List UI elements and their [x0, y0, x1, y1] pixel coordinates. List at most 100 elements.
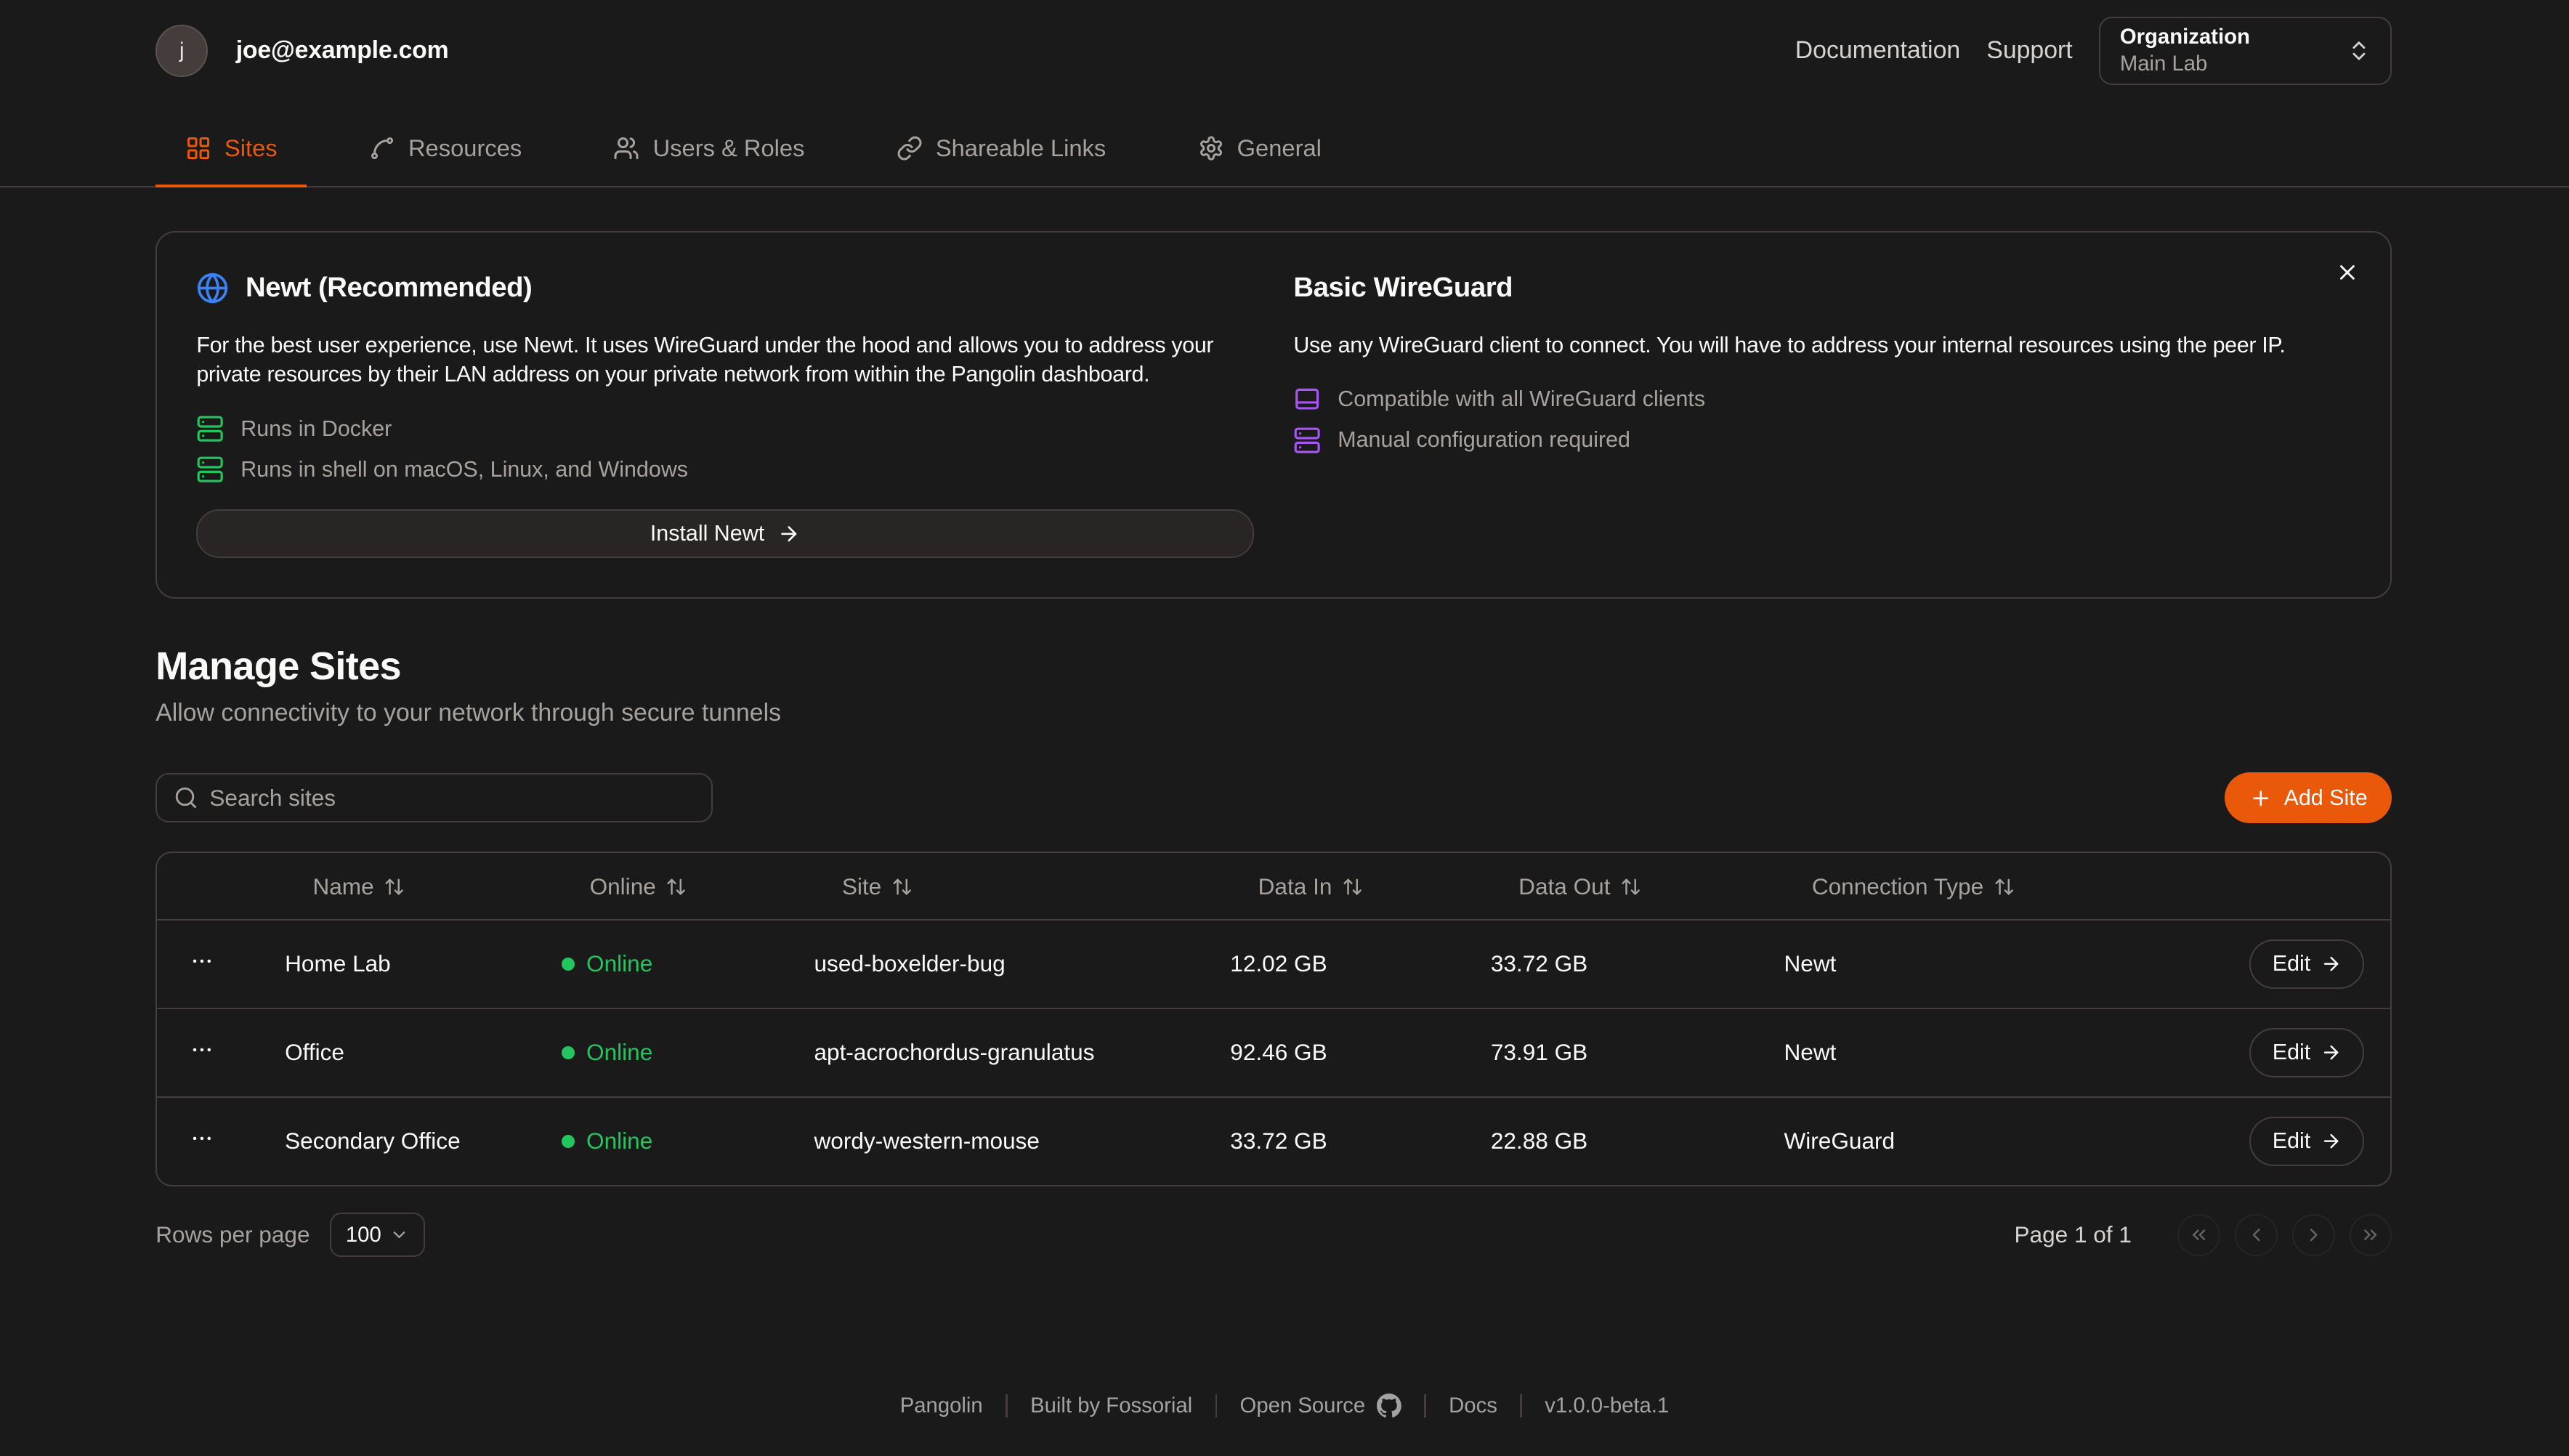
edit-site-button[interactable]: Edit: [2249, 1117, 2364, 1166]
tab-general[interactable]: General: [1168, 134, 1351, 188]
header-actions: Documentation Support Organization Main …: [1795, 17, 2392, 86]
tab-label: Sites: [224, 134, 278, 162]
page-footer: Pangolin Built by Fossorial Open Source …: [0, 1356, 2569, 1456]
org-text: Organization Main Lab: [2120, 24, 2334, 77]
edit-site-button[interactable]: Edit: [2249, 939, 2364, 989]
sort-online[interactable]: Online: [590, 873, 687, 900]
globe-icon: [196, 272, 229, 304]
cell-site: wordy-western-mouse: [790, 1097, 1206, 1186]
row-menu-button[interactable]: [190, 949, 214, 974]
table-row: Secondary Office Online wordy-western-mo…: [157, 1097, 2390, 1186]
footer-docs[interactable]: Docs: [1449, 1394, 1497, 1418]
chevron-right-icon: [2303, 1224, 2324, 1245]
col-data-in: Data In: [1205, 853, 1466, 920]
footer-open-source[interactable]: Open Source: [1240, 1394, 1401, 1418]
tab-users-roles[interactable]: Users & Roles: [584, 134, 834, 188]
server-icon: [196, 456, 224, 483]
cell-data-out: 73.91 GB: [1466, 1008, 1760, 1097]
add-site-label: Add Site: [2284, 785, 2368, 811]
user-info[interactable]: j joe@example.com: [155, 25, 448, 77]
newt-features: Runs in Docker Runs in shell on macOS, L…: [196, 413, 1254, 486]
nav-documentation[interactable]: Documentation: [1795, 36, 1960, 65]
sort-name[interactable]: Name: [312, 873, 405, 900]
online-label: Online: [586, 1128, 652, 1154]
github-icon: [1377, 1394, 1401, 1418]
cell-connection-type: Newt: [1760, 920, 2014, 1008]
online-dot: [562, 1135, 575, 1148]
tab-label: General: [1237, 134, 1322, 162]
footer-open-source-label: Open Source: [1240, 1394, 1366, 1418]
sort-data-out[interactable]: Data Out: [1518, 873, 1641, 900]
col-label: Online: [590, 873, 656, 900]
close-icon: [2335, 260, 2360, 285]
add-site-button[interactable]: Add Site: [2225, 772, 2392, 823]
tab-resources[interactable]: Resources: [339, 134, 551, 188]
row-menu-button[interactable]: [190, 1126, 214, 1151]
cell-name: Home Lab: [260, 920, 537, 1008]
feature-label: Compatible with all WireGuard clients: [1338, 387, 1705, 412]
cell-data-in: 12.02 GB: [1205, 920, 1466, 1008]
cell-data-out: 22.88 GB: [1466, 1097, 1760, 1186]
page-info: Page 1 of 1: [2015, 1221, 2132, 1248]
prev-page-button[interactable]: [2235, 1214, 2278, 1257]
online-label: Online: [586, 950, 652, 977]
footer-version: v1.0.0-beta.1: [1545, 1394, 1669, 1418]
link-icon: [897, 135, 923, 161]
org-selector[interactable]: Organization Main Lab: [2099, 17, 2392, 86]
top-header: j joe@example.com Documentation Support …: [0, 0, 2569, 102]
tab-shareable-links[interactable]: Shareable Links: [867, 134, 1136, 188]
col-actions: [157, 853, 260, 920]
cell-connection-type: Newt: [1760, 1008, 2014, 1097]
sort-icon: [1994, 876, 2015, 897]
wireguard-features: Compatible with all WireGuard clients Ma…: [1293, 383, 2351, 456]
col-data-out: Data Out: [1466, 853, 1760, 920]
footer-divider: [1520, 1394, 1521, 1417]
nav-support[interactable]: Support: [1986, 36, 2072, 65]
newt-title-row: Newt (Recommended): [196, 272, 1254, 304]
tabs: Sites Resources Users & Roles Shareable …: [0, 102, 2569, 186]
close-card-button[interactable]: [2335, 260, 2360, 285]
tab-sites[interactable]: Sites: [155, 134, 307, 188]
wireguard-column: Basic WireGuard Use any WireGuard client…: [1293, 272, 2351, 559]
avatar[interactable]: j: [155, 25, 208, 77]
chevrons-right-icon: [2360, 1224, 2381, 1245]
install-newt-label: Install Newt: [650, 521, 764, 546]
online-dot: [562, 1046, 575, 1059]
next-page-button[interactable]: [2292, 1214, 2335, 1257]
chevron-left-icon: [2246, 1224, 2267, 1245]
footer-divider: [1006, 1394, 1007, 1417]
connect-method-card: Newt (Recommended) For the best user exp…: [155, 231, 2392, 599]
edit-label: Edit: [2273, 1128, 2310, 1154]
row-menu-button[interactable]: [190, 1038, 214, 1062]
avatar-initial: j: [179, 39, 185, 63]
rows-per-page: Rows per page 100: [155, 1213, 425, 1257]
install-newt-button[interactable]: Install Newt: [196, 509, 1254, 559]
edit-site-button[interactable]: Edit: [2249, 1028, 2364, 1077]
feature-label: Runs in Docker: [240, 416, 392, 442]
sort-connection-type[interactable]: Connection Type: [1812, 873, 2015, 900]
pagination-row: Rows per page 100 Page 1 of 1: [155, 1213, 2392, 1257]
org-selector-value: Main Lab: [2120, 51, 2334, 78]
arrow-right-icon: [2321, 1131, 2342, 1152]
ellipsis-icon: [190, 1038, 214, 1062]
sort-data-in[interactable]: Data In: [1258, 873, 1364, 900]
chevrons-left-icon: [2188, 1224, 2209, 1245]
col-connection-type: Connection Type: [1760, 853, 2014, 920]
sort-site[interactable]: Site: [842, 873, 913, 900]
sites-table: Name Online Site Data In Data Out Connec…: [155, 852, 2392, 1187]
first-page-button[interactable]: [2177, 1214, 2220, 1257]
search-input[interactable]: [209, 785, 695, 812]
footer-divider: [1424, 1394, 1425, 1417]
hard-drive-icon: [1293, 385, 1321, 413]
col-label: Site: [842, 873, 881, 900]
chevrons-up-down-icon: [2347, 39, 2371, 63]
cell-online: Online: [537, 920, 789, 1008]
main-content: Newt (Recommended) For the best user exp…: [0, 187, 2569, 1356]
pangolin-dashboard: j joe@example.com Documentation Support …: [0, 0, 2569, 1456]
rows-per-page-select[interactable]: 100: [330, 1213, 426, 1257]
wireguard-description: Use any WireGuard client to connect. You…: [1293, 331, 2351, 360]
last-page-button[interactable]: [2350, 1214, 2392, 1257]
feature-item: Manual configuration required: [1293, 424, 2351, 456]
sort-icon: [384, 876, 405, 897]
pager: Page 1 of 1: [2015, 1214, 2392, 1257]
